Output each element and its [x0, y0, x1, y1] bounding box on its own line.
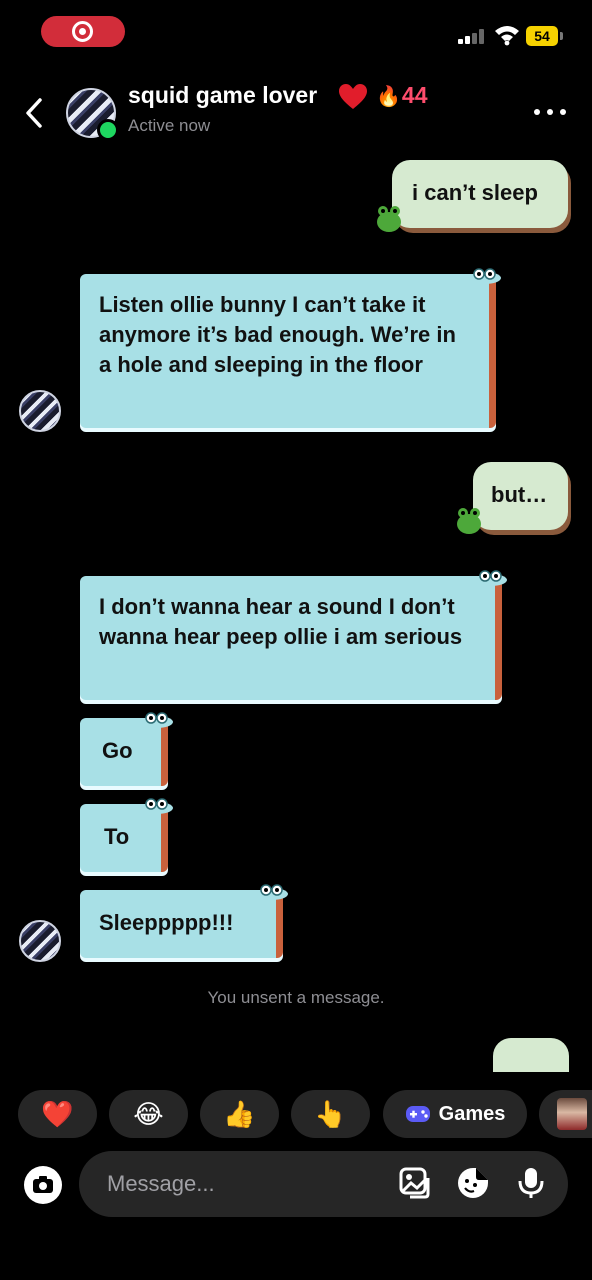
frog-sticker-icon	[457, 508, 481, 534]
gamepad-icon	[405, 1106, 430, 1122]
message-bubble-incoming[interactable]: Sleeppppp!!!	[80, 890, 283, 958]
message-text: To	[104, 824, 130, 849]
message-bubble-outgoing[interactable]: i can’t sleep	[392, 160, 568, 228]
sender-avatar[interactable]	[19, 920, 61, 962]
message-text: Sleeppppp!!!	[99, 910, 234, 935]
message-bubble-outgoing[interactable]: but…	[473, 462, 568, 530]
screen-recording-indicator[interactable]	[41, 16, 125, 47]
active-status: Active now	[128, 116, 211, 135]
quick-reaction-point-up[interactable]: 👆	[291, 1090, 370, 1138]
message-text: Go	[102, 738, 133, 763]
crocodile-eyes-sticker-icon	[256, 884, 288, 900]
gallery-icon[interactable]	[398, 1166, 432, 1200]
wifi-icon	[495, 26, 519, 46]
crocodile-eyes-sticker-icon	[475, 570, 507, 586]
quick-reaction-heart[interactable]: ❤️	[18, 1090, 97, 1138]
games-label: Games	[438, 1102, 506, 1125]
more-options-icon[interactable]	[533, 104, 567, 120]
heart-emoji-icon: ❤️	[41, 1098, 74, 1129]
camera-button[interactable]	[24, 1166, 62, 1204]
heart-emoji-icon	[339, 84, 367, 109]
sticker-thumbnail	[557, 1098, 587, 1130]
message-text: Listen ollie bunny I can’t take it anymo…	[99, 292, 456, 377]
crocodile-eyes-sticker-icon	[469, 268, 501, 284]
battery-level: 54	[526, 26, 558, 46]
record-icon	[72, 21, 93, 42]
microphone-icon[interactable]	[514, 1166, 548, 1200]
message-bubble-incoming[interactable]: Listen ollie bunny I can’t take it anymo…	[80, 274, 496, 428]
quick-reaction-laugh[interactable]: 😂	[109, 1090, 188, 1138]
streak-count: 44	[401, 82, 428, 108]
laughing-emoji-icon: 😂	[133, 1098, 164, 1129]
message-text: but…	[491, 482, 548, 507]
message-bubble-incoming[interactable]: I don’t wanna hear a sound I don’t wanna…	[80, 576, 502, 700]
contact-name[interactable]: squid game lover	[128, 82, 317, 109]
crocodile-eyes-sticker-icon	[141, 798, 173, 814]
sticker-shortcut[interactable]	[539, 1090, 592, 1138]
games-button[interactable]: Games	[383, 1090, 527, 1138]
cellular-signal-icon	[458, 28, 486, 44]
message-text: I don’t wanna hear a sound I don’t wanna…	[99, 594, 463, 649]
streak-badge: 🔥44	[376, 82, 428, 109]
thumbs-up-emoji-icon: 👍	[223, 1098, 256, 1129]
pointing-hand-emoji-icon: 👆	[314, 1098, 347, 1129]
message-input[interactable]	[107, 1168, 367, 1200]
message-bubble-incoming[interactable]: Go	[80, 718, 168, 786]
message-bubble-incoming[interactable]: To	[80, 804, 168, 872]
camera-icon	[33, 1176, 53, 1193]
message-text: i can’t sleep	[412, 180, 538, 205]
frog-sticker-icon	[377, 206, 401, 232]
fire-icon: 🔥	[376, 86, 401, 108]
quick-reaction-thumbs-up[interactable]: 👍	[200, 1090, 279, 1138]
back-chevron-icon[interactable]	[22, 96, 46, 130]
sticker-icon[interactable]	[456, 1166, 490, 1200]
sender-avatar[interactable]	[19, 390, 61, 432]
battery-indicator: 54	[526, 26, 564, 46]
crocodile-eyes-sticker-icon	[141, 712, 173, 728]
unsent-notice: You unsent a message.	[207, 988, 385, 1007]
message-bubble-outgoing-partial[interactable]	[493, 1038, 569, 1072]
online-status-dot	[97, 119, 119, 141]
